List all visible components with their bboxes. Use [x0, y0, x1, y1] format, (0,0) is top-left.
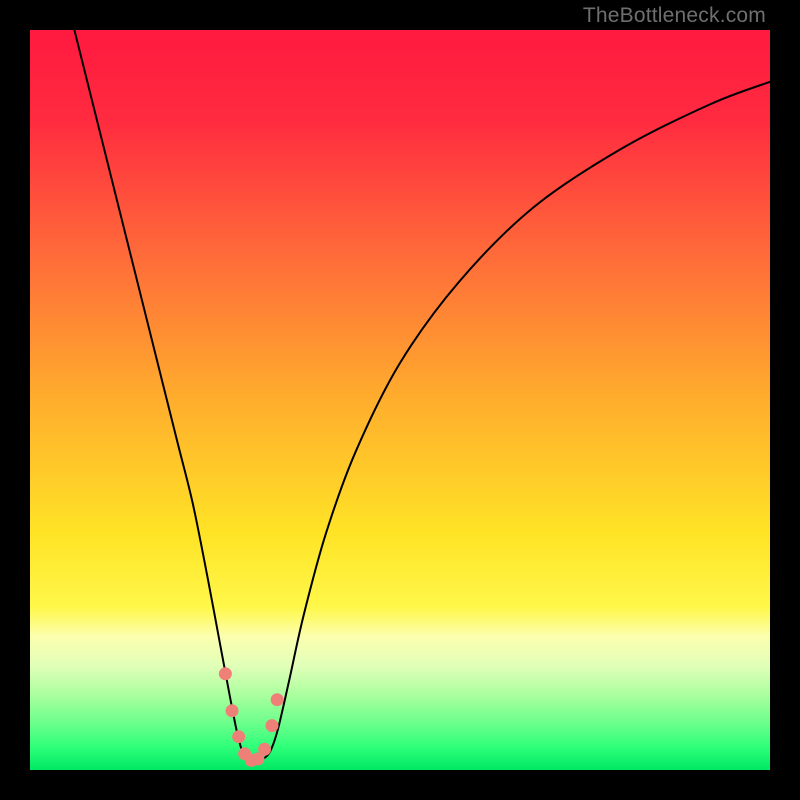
- chart-frame: TheBottleneck.com: [0, 0, 800, 800]
- valley-dot: [226, 704, 239, 717]
- valley-dot: [265, 719, 278, 732]
- bottleneck-curve: [74, 30, 770, 761]
- valley-dot: [258, 743, 271, 756]
- chart-svg: [30, 30, 770, 770]
- valley-dot: [219, 667, 232, 680]
- watermark-text: TheBottleneck.com: [583, 4, 766, 28]
- plot-area: [30, 30, 770, 770]
- valley-dot: [271, 693, 284, 706]
- valley-dot: [232, 730, 245, 743]
- valley-dots: [219, 667, 284, 767]
